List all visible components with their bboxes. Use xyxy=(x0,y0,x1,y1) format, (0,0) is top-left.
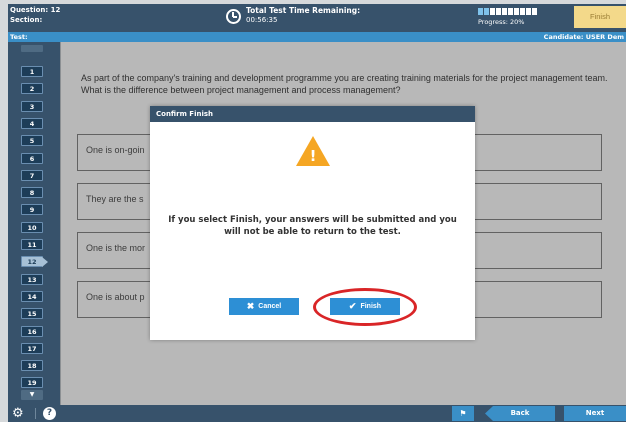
cancel-button[interactable]: ✖ Cancel xyxy=(229,298,299,315)
question-nav-11[interactable]: 11 xyxy=(21,239,43,250)
question-nav-13[interactable]: 13 xyxy=(21,273,43,285)
question-nav-2[interactable]: 2 xyxy=(21,83,43,95)
help-icon[interactable]: ? xyxy=(43,407,56,420)
question-number: Question: 12 xyxy=(10,6,61,14)
question-nav-8[interactable]: 8 xyxy=(21,187,43,199)
progress-segment xyxy=(526,8,531,15)
question-nav-3[interactable]: 3 xyxy=(21,100,43,112)
question-nav-4[interactable]: 4 xyxy=(21,117,43,129)
progress-segment xyxy=(490,8,495,15)
scroll-up-button[interactable] xyxy=(21,45,43,52)
question-nav-1[interactable]: 1 xyxy=(21,66,43,77)
next-button[interactable]: Next xyxy=(564,406,626,421)
dialog-message: If you select Finish, your answers will … xyxy=(168,215,457,237)
question-nav-16[interactable]: 16 xyxy=(21,325,43,337)
progress-segment xyxy=(508,8,513,15)
progress-segment xyxy=(502,8,507,15)
question-nav-18[interactable]: 18 xyxy=(21,360,43,372)
dialog-title: Confirm Finish xyxy=(150,106,475,122)
close-icon: ✖ xyxy=(246,301,255,311)
question-nav-14[interactable]: 14 xyxy=(21,290,43,302)
question-info: Question: 12 Section: xyxy=(10,5,60,25)
question-navigator: ▼ 1 2 3 4 5 6 7 8 9 10 11 12 13 14 15 16 17 18 19 xyxy=(8,42,60,405)
timer-title: Total Test Time Remaining: xyxy=(246,6,361,15)
test-label: Test: xyxy=(10,33,28,41)
progress-segment xyxy=(514,8,519,15)
highlight-ring xyxy=(313,288,417,326)
question-nav-10[interactable]: 10 xyxy=(21,221,43,233)
progress-segment xyxy=(520,8,525,15)
progress-segment xyxy=(478,8,483,15)
question-nav-17[interactable]: 17 xyxy=(21,342,43,354)
flag-icon[interactable]: ⚑ xyxy=(452,406,474,421)
divider xyxy=(35,408,36,419)
progress-segment xyxy=(532,8,537,15)
progress-indicator: Progress: 20% xyxy=(478,8,537,26)
candidate-label: Candidate: USER Dem xyxy=(543,33,624,41)
question-nav-12[interactable]: 12 xyxy=(21,256,48,268)
progress-bar xyxy=(478,8,537,15)
question-nav-5[interactable]: 5 xyxy=(21,135,43,147)
warning-exclamation: ! xyxy=(309,147,317,165)
question-nav-6[interactable]: 6 xyxy=(21,152,43,164)
bottom-toolbar: ⚙ ? ⚑ Back Next xyxy=(8,405,626,422)
finish-test-button[interactable]: Finish xyxy=(574,6,626,28)
question-nav-19[interactable]: 19 xyxy=(21,377,43,389)
timer-value: 00:56:35 xyxy=(246,16,278,24)
back-button[interactable]: Back xyxy=(485,406,555,421)
progress-segment xyxy=(496,8,501,15)
clock-icon xyxy=(226,9,241,24)
progress-segment xyxy=(484,8,489,15)
info-strip: Test: Candidate: USER Dem xyxy=(8,32,626,42)
question-nav-15[interactable]: 15 xyxy=(21,308,43,320)
section-label: Section: xyxy=(10,16,43,24)
cancel-label: Cancel xyxy=(258,303,282,310)
question-nav-7[interactable]: 7 xyxy=(21,169,43,181)
top-header: Question: 12 Section: Total Test Time Re… xyxy=(8,4,626,32)
scroll-down-button[interactable]: ▼ xyxy=(21,390,43,400)
question-nav-9[interactable]: 9 xyxy=(21,204,43,216)
progress-label: Progress: 20% xyxy=(478,18,525,26)
gear-icon[interactable]: ⚙ xyxy=(12,406,24,421)
confirm-finish-dialog: Confirm Finish ! If you select Finish, y… xyxy=(150,106,475,340)
